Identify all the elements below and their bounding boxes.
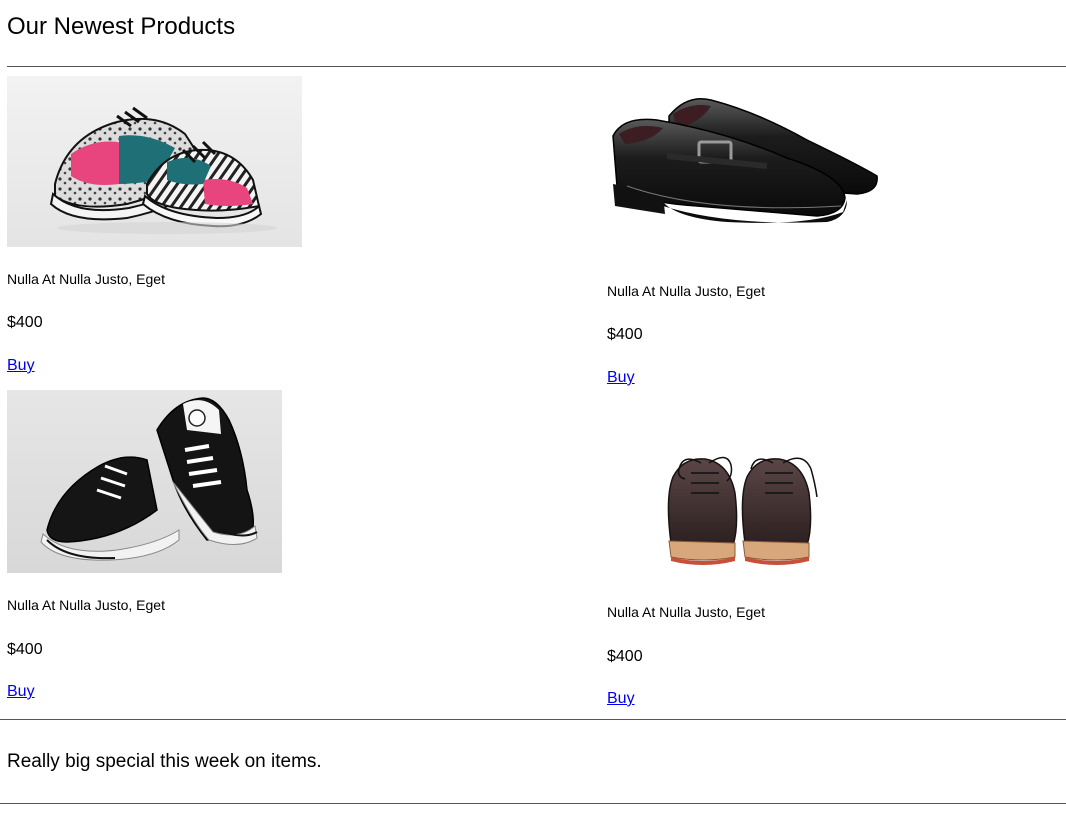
black-leather-dress-shoes-image[interactable] (607, 76, 882, 261)
page-title: Our Newest Products (7, 13, 236, 40)
buy-link[interactable]: Buy (7, 357, 35, 375)
product-price: $400 (7, 641, 43, 658)
product-price: $400 (607, 648, 643, 665)
brown-leather-derby-shoes-image[interactable] (607, 397, 869, 585)
product-price: $400 (7, 314, 43, 331)
product-name: Nulla At Nulla Justo, Eget (607, 604, 765, 620)
product-name: Nulla At Nulla Justo, Eget (7, 271, 165, 287)
buy-link[interactable]: Buy (607, 369, 635, 387)
product-name: Nulla At Nulla Justo, Eget (607, 283, 765, 299)
header-divider (7, 66, 1066, 67)
product-card: Nulla At Nulla Justo, Eget $400 Buy (7, 76, 307, 381)
product-card: Nulla At Nulla Justo, Eget $400 Buy (7, 390, 307, 706)
pink-patterned-sneakers-image[interactable] (7, 76, 302, 247)
buy-link[interactable]: Buy (7, 683, 35, 701)
product-name: Nulla At Nulla Justo, Eget (7, 597, 165, 613)
buy-link[interactable]: Buy (607, 690, 635, 708)
product-price: $400 (607, 326, 643, 343)
black-canvas-sneakers-image[interactable] (7, 390, 282, 573)
product-card: Nulla At Nulla Justo, Eget $400 Buy (607, 76, 907, 393)
footer-divider (0, 803, 1066, 804)
special-offer-text: Really big special this week on items. (7, 751, 322, 772)
products-divider (0, 719, 1066, 720)
product-card: Nulla At Nulla Justo, Eget $400 Buy (607, 397, 907, 713)
